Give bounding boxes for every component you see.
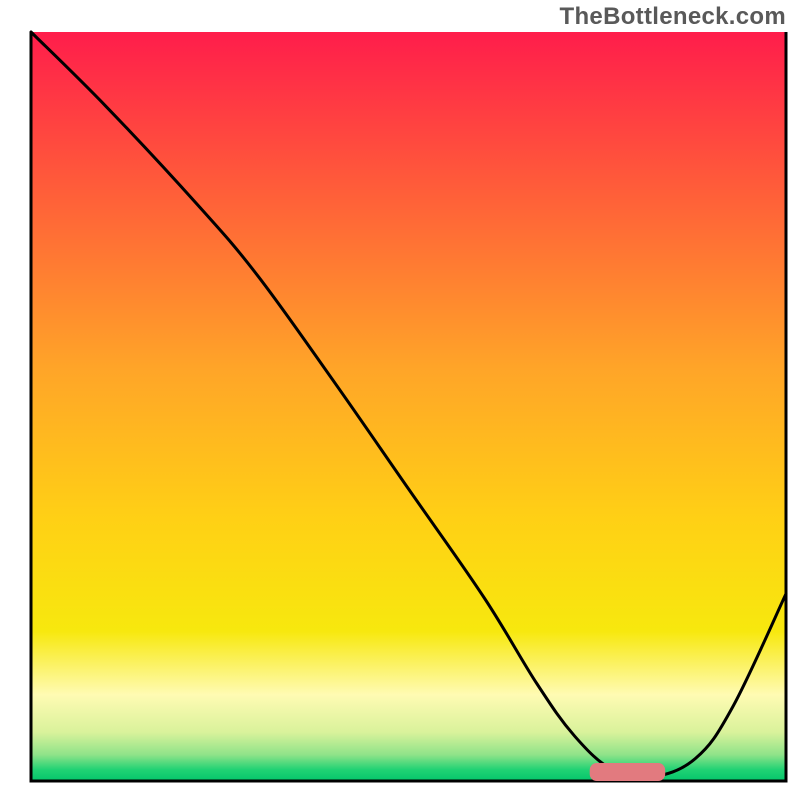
bottleneck-chart bbox=[0, 0, 800, 800]
optimal-marker bbox=[590, 763, 666, 781]
plot-background bbox=[31, 32, 786, 781]
watermark-text: TheBottleneck.com bbox=[560, 3, 786, 31]
chart-container: { "watermark": "TheBottleneck.com", "cha… bbox=[0, 0, 800, 800]
